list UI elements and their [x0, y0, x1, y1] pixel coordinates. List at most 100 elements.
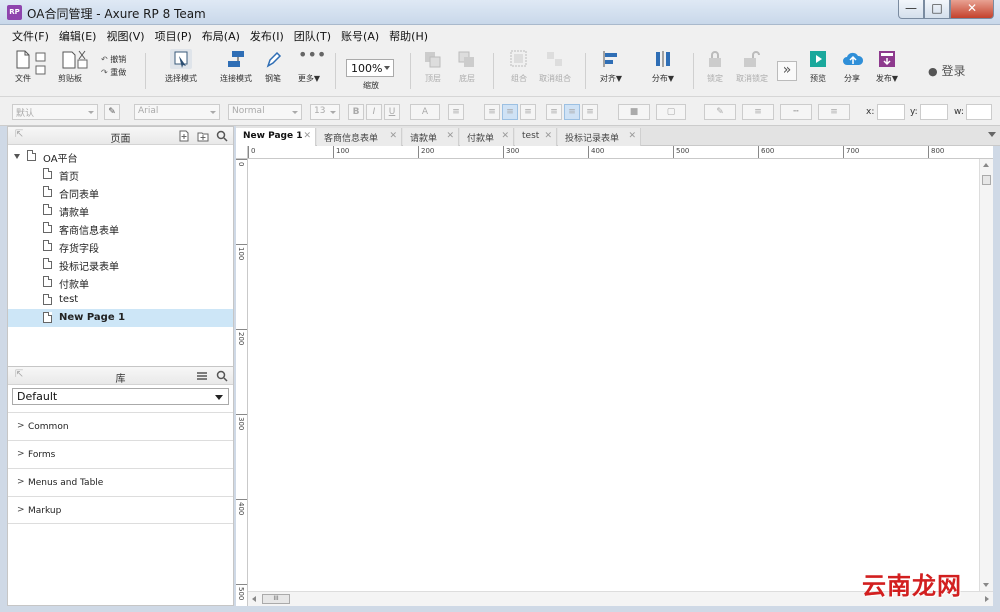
redo-button[interactable]: ↷ 重做	[101, 66, 126, 79]
publish-button[interactable]: 发布▼	[874, 49, 900, 84]
bullet-icon[interactable]: ≡	[448, 104, 464, 120]
menu-view[interactable]: 视图(V)	[102, 25, 150, 45]
tree-item-test[interactable]: test	[8, 291, 233, 309]
minimize-button[interactable]: —	[898, 0, 924, 19]
menu-project[interactable]: 项目(P)	[151, 25, 198, 45]
save-icon-group[interactable]	[34, 52, 48, 78]
bold-icon[interactable]: B	[348, 104, 364, 120]
tab-test[interactable]: test ✕	[515, 128, 557, 146]
align-left-icon[interactable]: ≡	[484, 104, 500, 120]
valign-top-icon[interactable]: ≡	[546, 104, 562, 120]
tree-item-payment-form[interactable]: 付款单	[8, 273, 233, 291]
y-input[interactable]	[920, 104, 948, 120]
font-weight-select[interactable]: Normal	[228, 104, 302, 120]
align-right-icon[interactable]: ≡	[520, 104, 536, 120]
font-color-icon[interactable]: A	[410, 104, 440, 120]
line-width-icon[interactable]: ≡	[742, 104, 774, 120]
add-folder-icon[interactable]	[197, 130, 209, 142]
zoom-select[interactable]: 100%	[346, 59, 394, 77]
menu-team[interactable]: 团队(T)	[290, 25, 337, 45]
share-button[interactable]: 分享	[839, 49, 865, 84]
distribute-button[interactable]: 分布▼	[650, 49, 676, 84]
bring-to-top-button[interactable]: 顶层	[421, 49, 445, 84]
search-icon[interactable]	[216, 370, 228, 382]
style-select[interactable]: 默认	[12, 104, 98, 120]
library-group-markup[interactable]: > Markup	[8, 496, 233, 524]
tab-payment-form[interactable]: 付款单 ✕	[460, 128, 514, 146]
font-size-select[interactable]: 13	[310, 104, 340, 120]
login-button[interactable]: ● 登录	[928, 62, 965, 79]
tree-item-supplier-form[interactable]: 客商信息表单	[8, 219, 233, 237]
align-button[interactable]: 对齐▼	[598, 49, 624, 84]
add-page-icon[interactable]	[178, 130, 190, 142]
menu-account[interactable]: 账号(A)	[337, 25, 385, 45]
library-group-menus-table[interactable]: > Menus and Table	[8, 468, 233, 496]
menu-edit[interactable]: 编辑(E)	[55, 25, 103, 45]
ungroup-button[interactable]: 取消组合	[538, 49, 572, 84]
close-icon[interactable]: ✕	[501, 131, 509, 141]
close-icon[interactable]: ✕	[303, 131, 311, 141]
menu-help[interactable]: 帮助(H)	[385, 25, 434, 45]
tab-payment-request[interactable]: 请款单 ✕	[403, 128, 459, 146]
vertical-scrollbar[interactable]	[979, 159, 993, 591]
scroll-up-icon[interactable]	[983, 163, 989, 167]
menu-icon[interactable]	[196, 370, 208, 382]
tree-item-contract-form[interactable]: 合同表单	[8, 183, 233, 201]
line-color-icon[interactable]: ✎	[704, 104, 736, 120]
tree-item-payment-request[interactable]: 请款单	[8, 201, 233, 219]
clipboard-button[interactable]: 剪贴板	[54, 49, 88, 84]
undo-button[interactable]: ↶ 撤销	[101, 53, 126, 66]
lock-button[interactable]: 锁定	[704, 49, 726, 84]
scroll-down-icon[interactable]	[983, 583, 989, 587]
x-input[interactable]	[877, 104, 905, 120]
close-button[interactable]: ✕	[950, 0, 994, 19]
select-mode-button[interactable]: 选择模式	[156, 49, 206, 84]
tabs-overflow-icon[interactable]	[988, 132, 996, 137]
preview-button[interactable]: 预览	[806, 49, 830, 84]
more-button[interactable]: ••• 更多▼	[296, 47, 326, 84]
unlock-button[interactable]: 取消锁定	[735, 49, 769, 84]
pen-button[interactable]: 钢笔	[262, 49, 284, 84]
scroll-left-icon[interactable]	[252, 596, 256, 602]
library-group-forms[interactable]: > Forms	[8, 440, 233, 468]
maximize-button[interactable]: □	[924, 0, 950, 19]
close-icon[interactable]: ✕	[544, 131, 552, 141]
tree-item-new-page-1[interactable]: New Page 1	[8, 309, 233, 327]
search-icon[interactable]	[216, 130, 228, 142]
align-center-icon[interactable]: ≡	[502, 104, 518, 120]
scroll-right-icon[interactable]	[985, 596, 989, 602]
tab-supplier-form[interactable]: 客商信息表单 ✕	[317, 128, 402, 146]
tree-item-inventory-fields[interactable]: 存货字段	[8, 237, 233, 255]
menu-file[interactable]: 文件(F)	[8, 25, 55, 45]
shadow-icon[interactable]: ▢	[656, 104, 686, 120]
menu-layout[interactable]: 布局(A)	[198, 25, 246, 45]
tree-root-oa[interactable]: OA平台	[8, 147, 233, 165]
valign-bottom-icon[interactable]: ≡	[582, 104, 598, 120]
tree-item-bid-record-form[interactable]: 投标记录表单	[8, 255, 233, 273]
library-select[interactable]: Default	[12, 388, 229, 405]
menu-publish[interactable]: 发布(I)	[246, 25, 290, 45]
line-style-icon[interactable]: ┅	[780, 104, 812, 120]
close-icon[interactable]: ✕	[389, 131, 397, 141]
italic-icon[interactable]: I	[366, 104, 382, 120]
tab-bid-record-form[interactable]: 投标记录表单 ✕	[558, 128, 641, 146]
scroll-thumb[interactable]	[982, 175, 991, 185]
group-button[interactable]: 组合	[507, 49, 531, 84]
arrow-style-icon[interactable]: ≡	[818, 104, 850, 120]
tab-new-page-1[interactable]: New Page 1 ✕	[236, 128, 316, 146]
tree-item-home[interactable]: 首页	[8, 165, 233, 183]
underline-icon[interactable]: U	[384, 104, 400, 120]
file-button[interactable]: 文件	[12, 49, 34, 84]
send-to-bottom-button[interactable]: 底层	[455, 49, 479, 84]
library-group-common[interactable]: > Common	[8, 412, 233, 440]
caret-down-icon[interactable]	[14, 154, 20, 159]
close-icon[interactable]: ✕	[446, 131, 454, 141]
font-family-select[interactable]: Arial	[134, 104, 220, 120]
style-edit-icon[interactable]: ✎	[104, 104, 120, 120]
fill-color-icon[interactable]: ■	[618, 104, 650, 120]
expand-toolbar-button[interactable]: »	[777, 61, 797, 81]
scroll-thumb[interactable]: III	[262, 594, 290, 604]
valign-middle-icon[interactable]: ≡	[564, 104, 580, 120]
design-canvas[interactable]	[248, 159, 979, 591]
connect-mode-button[interactable]: 连接模式	[216, 49, 256, 84]
